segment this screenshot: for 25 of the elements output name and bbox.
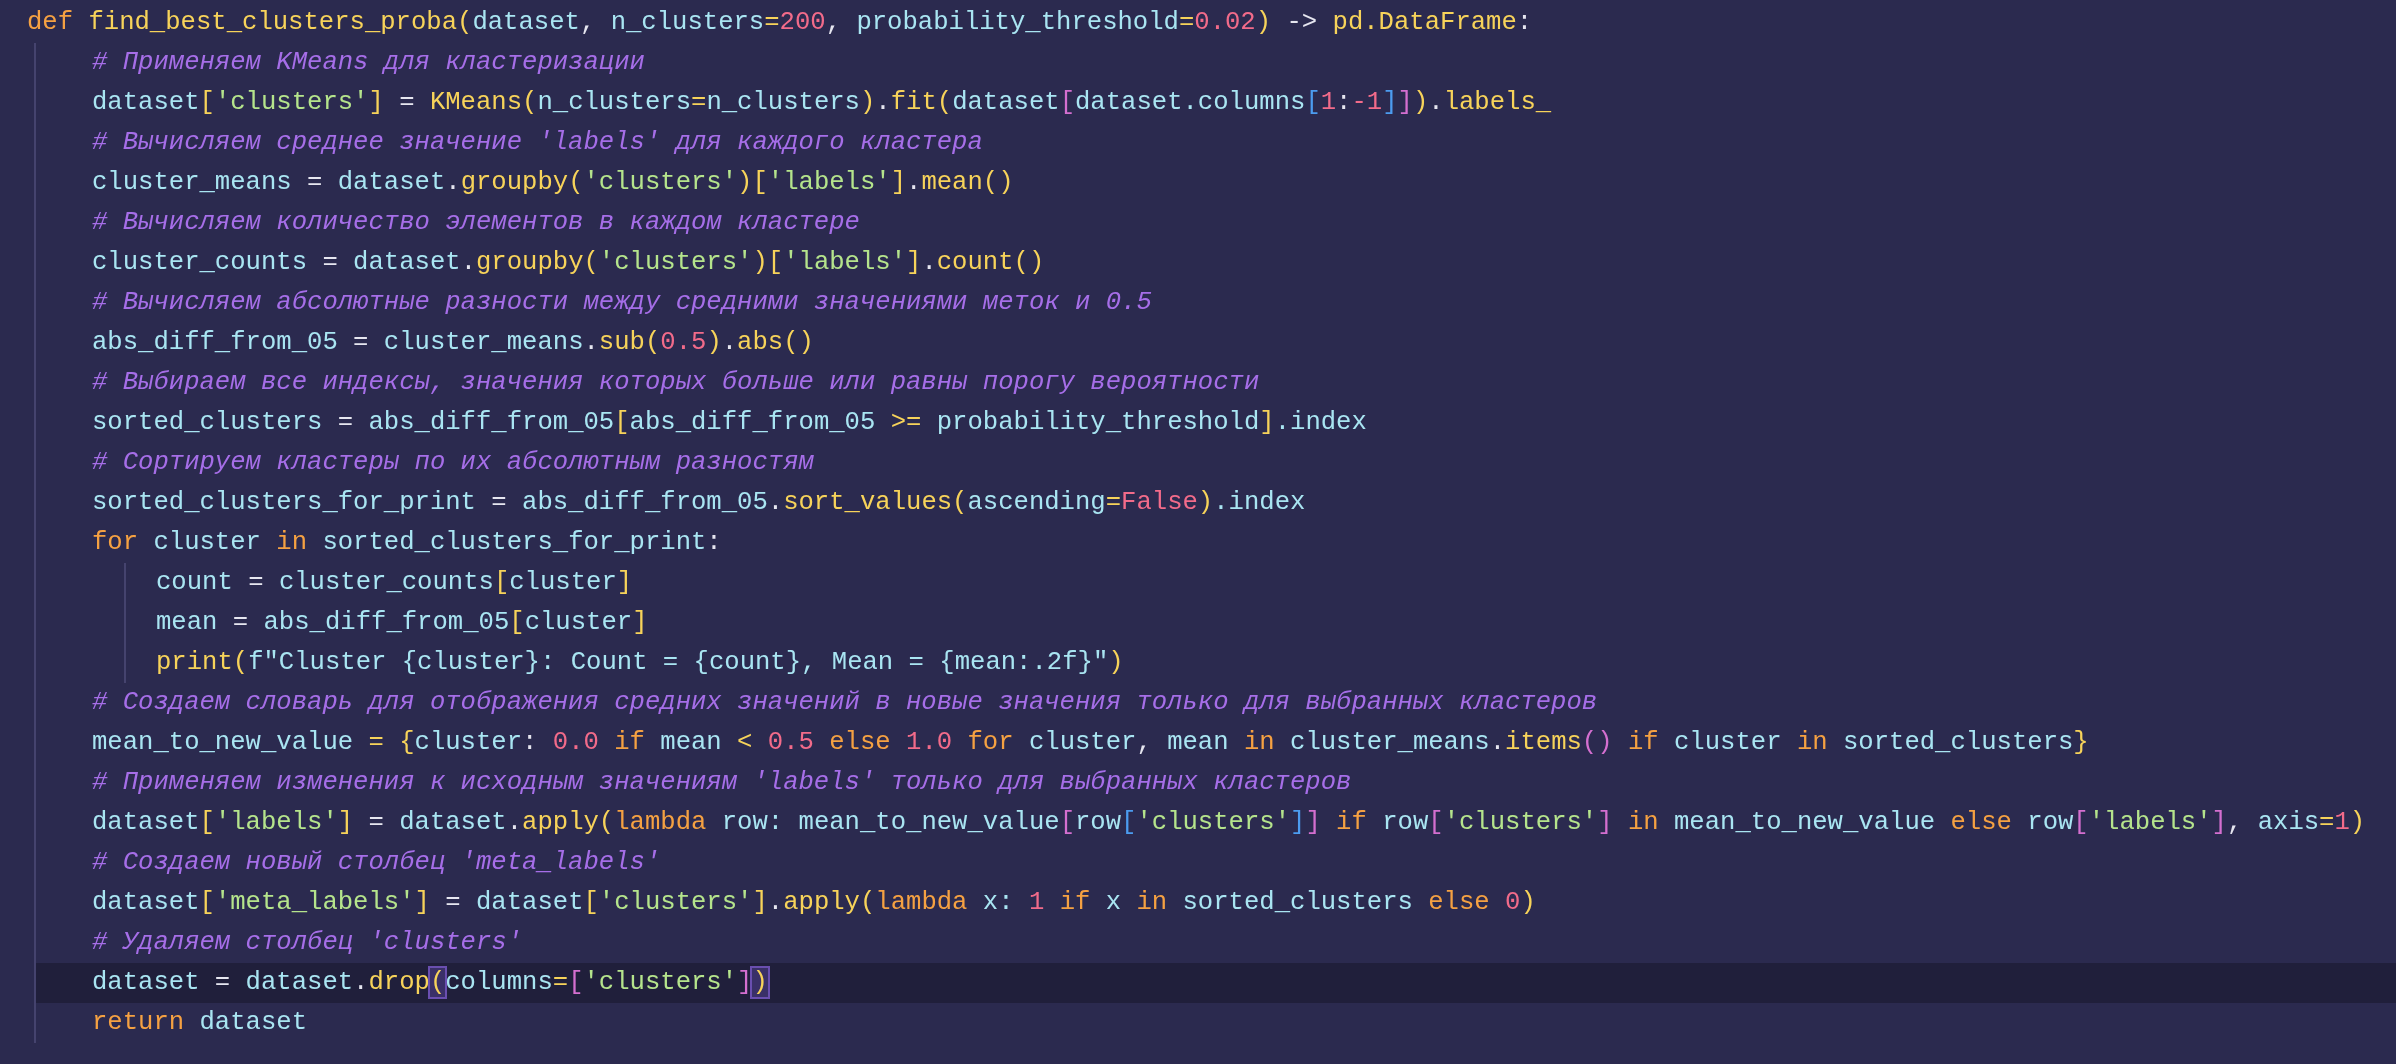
code-line: # Применяем изменения к исходным значениям 'labels' только для выбранных кластеров <box>91 767 1353 799</box>
code-line: dataset['clusters'] = KMeans(n_clusters=n_clusters).fit(dataset[dataset.columns[1:-1]]).labels_ <box>91 87 1553 119</box>
code-line: # Удаляем столбец 'clusters' <box>91 927 524 959</box>
code-line: return dataset <box>91 1007 309 1039</box>
code-line: dataset['meta_labels'] = dataset['clusters'].apply(lambda x: 1 if x in sorted_clusters else 0) <box>91 887 1537 919</box>
code-line: sorted_clusters_for_print = abs_diff_from_05.sort_values(ascending=False).index <box>91 487 1307 519</box>
code-line: # Вычисляем количество элементов в каждом кластере <box>91 207 861 239</box>
code-line: # Создаем словарь для отображения средних значений в новые значения только для выбранных кластеров <box>91 687 1599 719</box>
code-line: dataset['labels'] = dataset.apply(lambda row: mean_to_new_value[row['clusters']] if row['clusters'] in mean_to_new_value else row['labels'], axis=1) <box>91 807 2367 839</box>
code-line: print(f"Cluster {cluster}: Count = {count}, Mean = {mean:.2f}") <box>155 647 1125 679</box>
code-line: for cluster in sorted_clusters_for_print: <box>91 527 723 559</box>
code-line: # Вычисляем среднее значение 'labels' для каждого кластера <box>91 127 984 159</box>
code-line: # Сортируем кластеры по их абсолютным разностям <box>91 447 815 479</box>
code-line: mean = abs_diff_from_05[cluster] <box>155 607 649 639</box>
code-line: sorted_clusters = abs_diff_from_05[abs_diff_from_05 >= probability_threshold].index <box>91 407 1368 439</box>
code-line: # Выбираем все индексы, значения которых больше или равны порогу вероятности <box>91 367 1261 399</box>
code-line: def find_best_clusters_proba(dataset, n_clusters=200, probability_threshold=0.02) -> pd.DataFrame: <box>26 7 1534 39</box>
code-line: mean_to_new_value = {cluster: 0.0 if mean < 0.5 else 1.0 for cluster, mean in cluster_means.items() if cluster in sorted_clusters} <box>91 727 2090 759</box>
code-line: # Применяем KMeans для кластеризации <box>91 47 646 79</box>
code-line: count = cluster_counts[cluster] <box>155 567 634 599</box>
code-line: # Вычисляем абсолютные разности между средними значениями меток и 0.5 <box>91 287 1153 319</box>
code-line: cluster_means = dataset.groupby('clusters')['labels'].mean() <box>91 167 1015 199</box>
code-line: abs_diff_from_05 = cluster_means.sub(0.5).abs() <box>91 327 815 359</box>
code-line: # Создаем новый столбец 'meta_labels' <box>91 847 662 879</box>
code-line: cluster_counts = dataset.groupby('clusters')['labels'].count() <box>91 247 1046 279</box>
